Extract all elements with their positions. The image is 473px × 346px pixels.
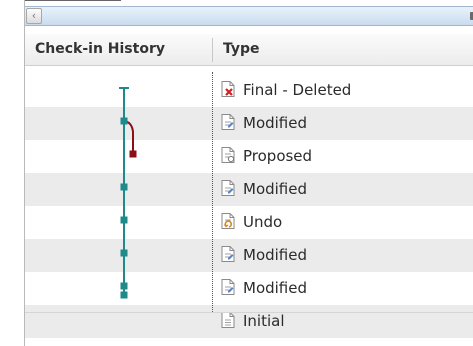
proposed-document-icon xyxy=(221,146,235,163)
proposed-branch-line xyxy=(123,120,134,154)
type-label: Modified xyxy=(243,114,308,132)
modified-document-icon xyxy=(221,278,235,295)
type-cell: Modified xyxy=(221,272,307,305)
type-cell: Final - Deleted xyxy=(221,74,351,107)
type-cell: Modified xyxy=(221,239,307,272)
initial-document-icon xyxy=(221,311,235,328)
type-label: Modified xyxy=(243,180,308,198)
top-divider xyxy=(25,0,121,1)
undo-document-icon xyxy=(221,212,235,229)
check-in-history-panel: ‹ Check-in History Type Final - Deleted xyxy=(24,0,473,346)
type-label: Initial xyxy=(243,312,285,330)
modified-document-icon xyxy=(221,113,235,130)
column-header-type[interactable]: Type xyxy=(223,34,260,65)
type-label: Final - Deleted xyxy=(243,81,352,99)
initial-node[interactable] xyxy=(120,291,128,299)
branch-graph xyxy=(119,87,137,299)
type-cell: Modified xyxy=(221,107,307,140)
deleted-document-icon xyxy=(221,80,235,97)
column-header-history[interactable]: Check-in History xyxy=(35,34,205,65)
check-in-node[interactable] xyxy=(120,282,128,290)
proposed-node[interactable] xyxy=(129,150,137,158)
scroll-left-button[interactable]: ‹ xyxy=(26,8,42,24)
type-label: Undo xyxy=(243,213,283,231)
type-label: Proposed xyxy=(243,147,313,165)
type-label: Modified xyxy=(243,279,308,297)
type-cell: Proposed xyxy=(221,140,312,173)
modified-document-icon xyxy=(221,179,235,196)
column-separator[interactable] xyxy=(212,38,213,62)
column-header: Check-in History Type xyxy=(25,34,473,66)
bottom-divider xyxy=(25,312,473,313)
type-label: Modified xyxy=(243,246,308,264)
type-cell: Undo xyxy=(221,206,282,239)
check-in-node[interactable] xyxy=(120,249,128,257)
modified-document-icon xyxy=(221,245,235,262)
check-in-node[interactable] xyxy=(120,183,128,191)
check-in-node[interactable] xyxy=(120,117,128,125)
horizontal-scrollbar[interactable]: ‹ xyxy=(25,6,473,26)
check-in-node[interactable] xyxy=(120,216,128,224)
type-cell: Initial xyxy=(221,305,285,338)
type-cell: Modified xyxy=(221,173,307,206)
